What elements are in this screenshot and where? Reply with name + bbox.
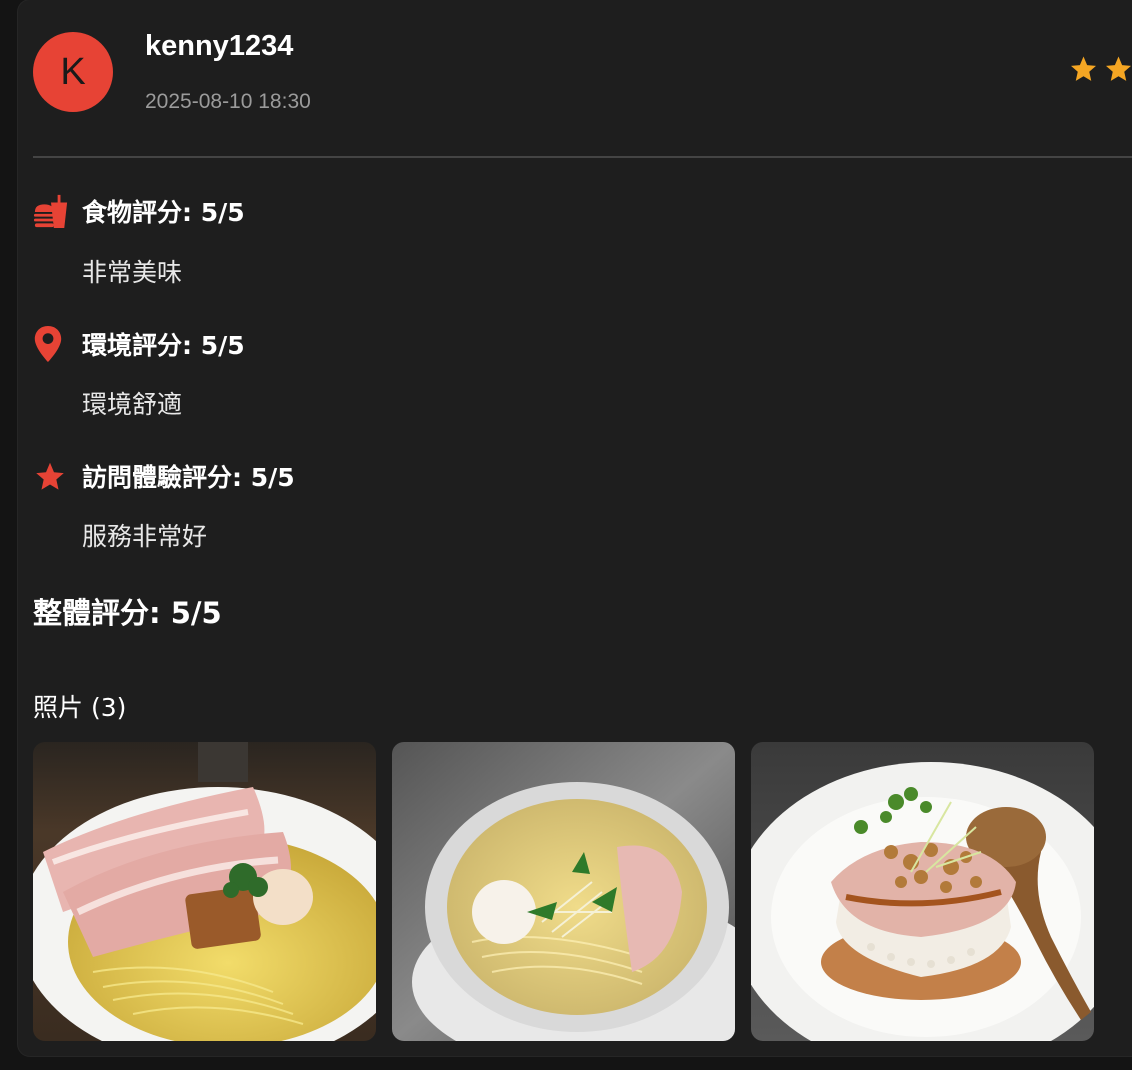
star-icon xyxy=(1068,54,1099,84)
food-rating: 食物評分: 5/5 xyxy=(33,191,245,231)
star-icon xyxy=(1103,54,1132,84)
star-icon xyxy=(33,456,69,496)
visit-experience-rating-title: 訪問體驗評分: 5/5 xyxy=(82,463,295,492)
environment-rating-title: 環境評分: 5/5 xyxy=(82,331,245,360)
food-icon xyxy=(33,191,69,231)
environment-rating: 環境評分: 5/5 xyxy=(33,324,245,364)
food-rating-title: 食物評分: 5/5 xyxy=(82,198,245,227)
photo-chashu-rice[interactable] xyxy=(751,742,1094,1041)
star-rating xyxy=(1068,54,1132,84)
visit-experience-rating: 訪問體驗評分: 5/5 xyxy=(33,456,295,496)
review-card: K kenny1234 2025-08-10 18:30 食物評分: 5/5 非… xyxy=(18,0,1132,1056)
overall-rating: 整體評分: 5/5 xyxy=(33,596,222,630)
photo-ramen-bowl[interactable] xyxy=(392,742,735,1041)
environment-rating-comment: 環境舒適 xyxy=(82,390,183,419)
avatar[interactable]: K xyxy=(33,32,113,112)
review-timestamp: 2025-08-10 18:30 xyxy=(145,90,311,113)
photo-gallery xyxy=(33,742,1094,1041)
avatar-initial: K xyxy=(60,50,86,93)
food-rating-comment: 非常美味 xyxy=(82,258,183,287)
photos-label: 照片 (3) xyxy=(33,693,127,722)
location-pin-icon xyxy=(33,324,69,364)
header-divider xyxy=(33,156,1132,158)
username[interactable]: kenny1234 xyxy=(145,30,293,63)
visit-experience-rating-comment: 服務非常好 xyxy=(82,522,208,551)
photo-ramen-chashu[interactable] xyxy=(33,742,376,1041)
